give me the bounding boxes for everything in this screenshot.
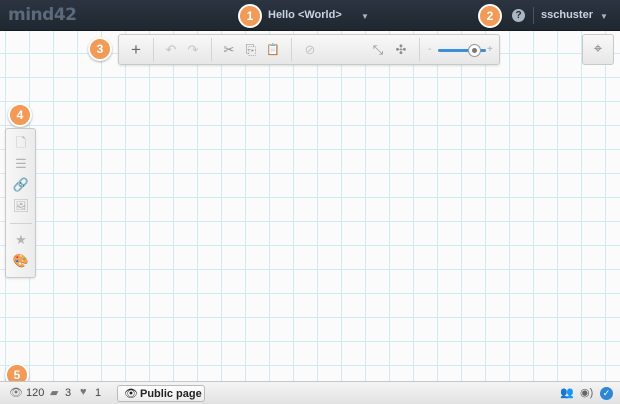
expand-button[interactable]: ✣ — [391, 40, 411, 60]
header-divider — [533, 7, 534, 24]
callout-3: 3 — [88, 37, 112, 61]
zoom-in-icon[interactable]: + — [487, 44, 493, 55]
callout-4: 4 — [8, 103, 32, 127]
toolbar-divider — [211, 38, 212, 62]
collaborators-icon[interactable]: 👥 — [560, 386, 574, 399]
zoom-out-icon[interactable]: - — [428, 44, 431, 55]
likes-icon[interactable]: ♥ — [80, 386, 87, 398]
title-dropdown-icon[interactable]: ▼ — [361, 12, 369, 21]
document-title[interactable]: Hello <World> — [268, 9, 342, 21]
public-page-label: Public page — [140, 388, 202, 400]
toolbar-divider — [291, 38, 292, 62]
saved-status-icon: ✓ — [600, 387, 613, 400]
user-dropdown-icon[interactable]: ▼ — [600, 12, 608, 21]
app-logo[interactable]: mind42 — [8, 5, 77, 25]
comments-count[interactable]: 3 — [65, 387, 71, 399]
eye-icon: 👁 — [124, 388, 138, 400]
likes-count[interactable]: 1 — [95, 387, 101, 399]
side-toolbar: 🗋 ☰ 🔗 🖼 ★ 🎨 — [5, 128, 36, 278]
sidebar-divider — [10, 223, 32, 224]
public-page-button[interactable]: 👁 Public page — [117, 385, 205, 402]
add-node-button[interactable]: + — [126, 40, 146, 60]
status-bar: 👁 120 ▰ 3 ♥ 1 👁 Public page 👥 ◉) ✓ — [0, 381, 620, 404]
redo-button[interactable]: ↷ — [183, 40, 203, 60]
toolbar-divider — [419, 38, 420, 62]
copy-button[interactable]: ⎘ — [241, 40, 261, 60]
zoom-slider-handle[interactable] — [467, 44, 481, 57]
undo-button[interactable]: ↶ — [161, 40, 181, 60]
broadcast-icon[interactable]: ◉) — [580, 386, 593, 399]
callout-2: 2 — [478, 4, 502, 28]
delete-button[interactable]: ⊘ — [300, 40, 320, 60]
collapse-button[interactable]: ⤡ — [368, 40, 388, 60]
list-icon[interactable]: ☰ — [11, 155, 31, 173]
star-icon[interactable]: ★ — [11, 231, 31, 249]
link-icon[interactable]: 🔗 — [11, 176, 31, 194]
user-menu[interactable]: sschuster — [541, 9, 593, 21]
views-icon: 👁 — [9, 387, 23, 399]
views-count: 120 — [26, 387, 45, 399]
top-bar: mind42 Hello <World> ▼ ? sschuster ▼ — [0, 0, 620, 31]
comments-icon[interactable]: ▰ — [50, 386, 58, 399]
center-map-button[interactable]: ⌖ — [582, 34, 614, 65]
toolbar-divider — [153, 38, 154, 62]
palette-icon[interactable]: 🎨 — [11, 252, 31, 270]
note-icon[interactable]: 🗋 — [11, 134, 31, 152]
image-icon[interactable]: 🖼 — [11, 197, 31, 215]
cut-button[interactable]: ✂ — [219, 40, 239, 60]
help-icon[interactable]: ? — [512, 9, 525, 22]
paste-button[interactable]: 📋 — [263, 40, 283, 60]
main-toolbar: + ↶ ↷ ✂ ⎘ 📋 ⊘ ⤡ ✣ - + — [118, 34, 500, 65]
callout-1: 1 — [238, 4, 262, 28]
